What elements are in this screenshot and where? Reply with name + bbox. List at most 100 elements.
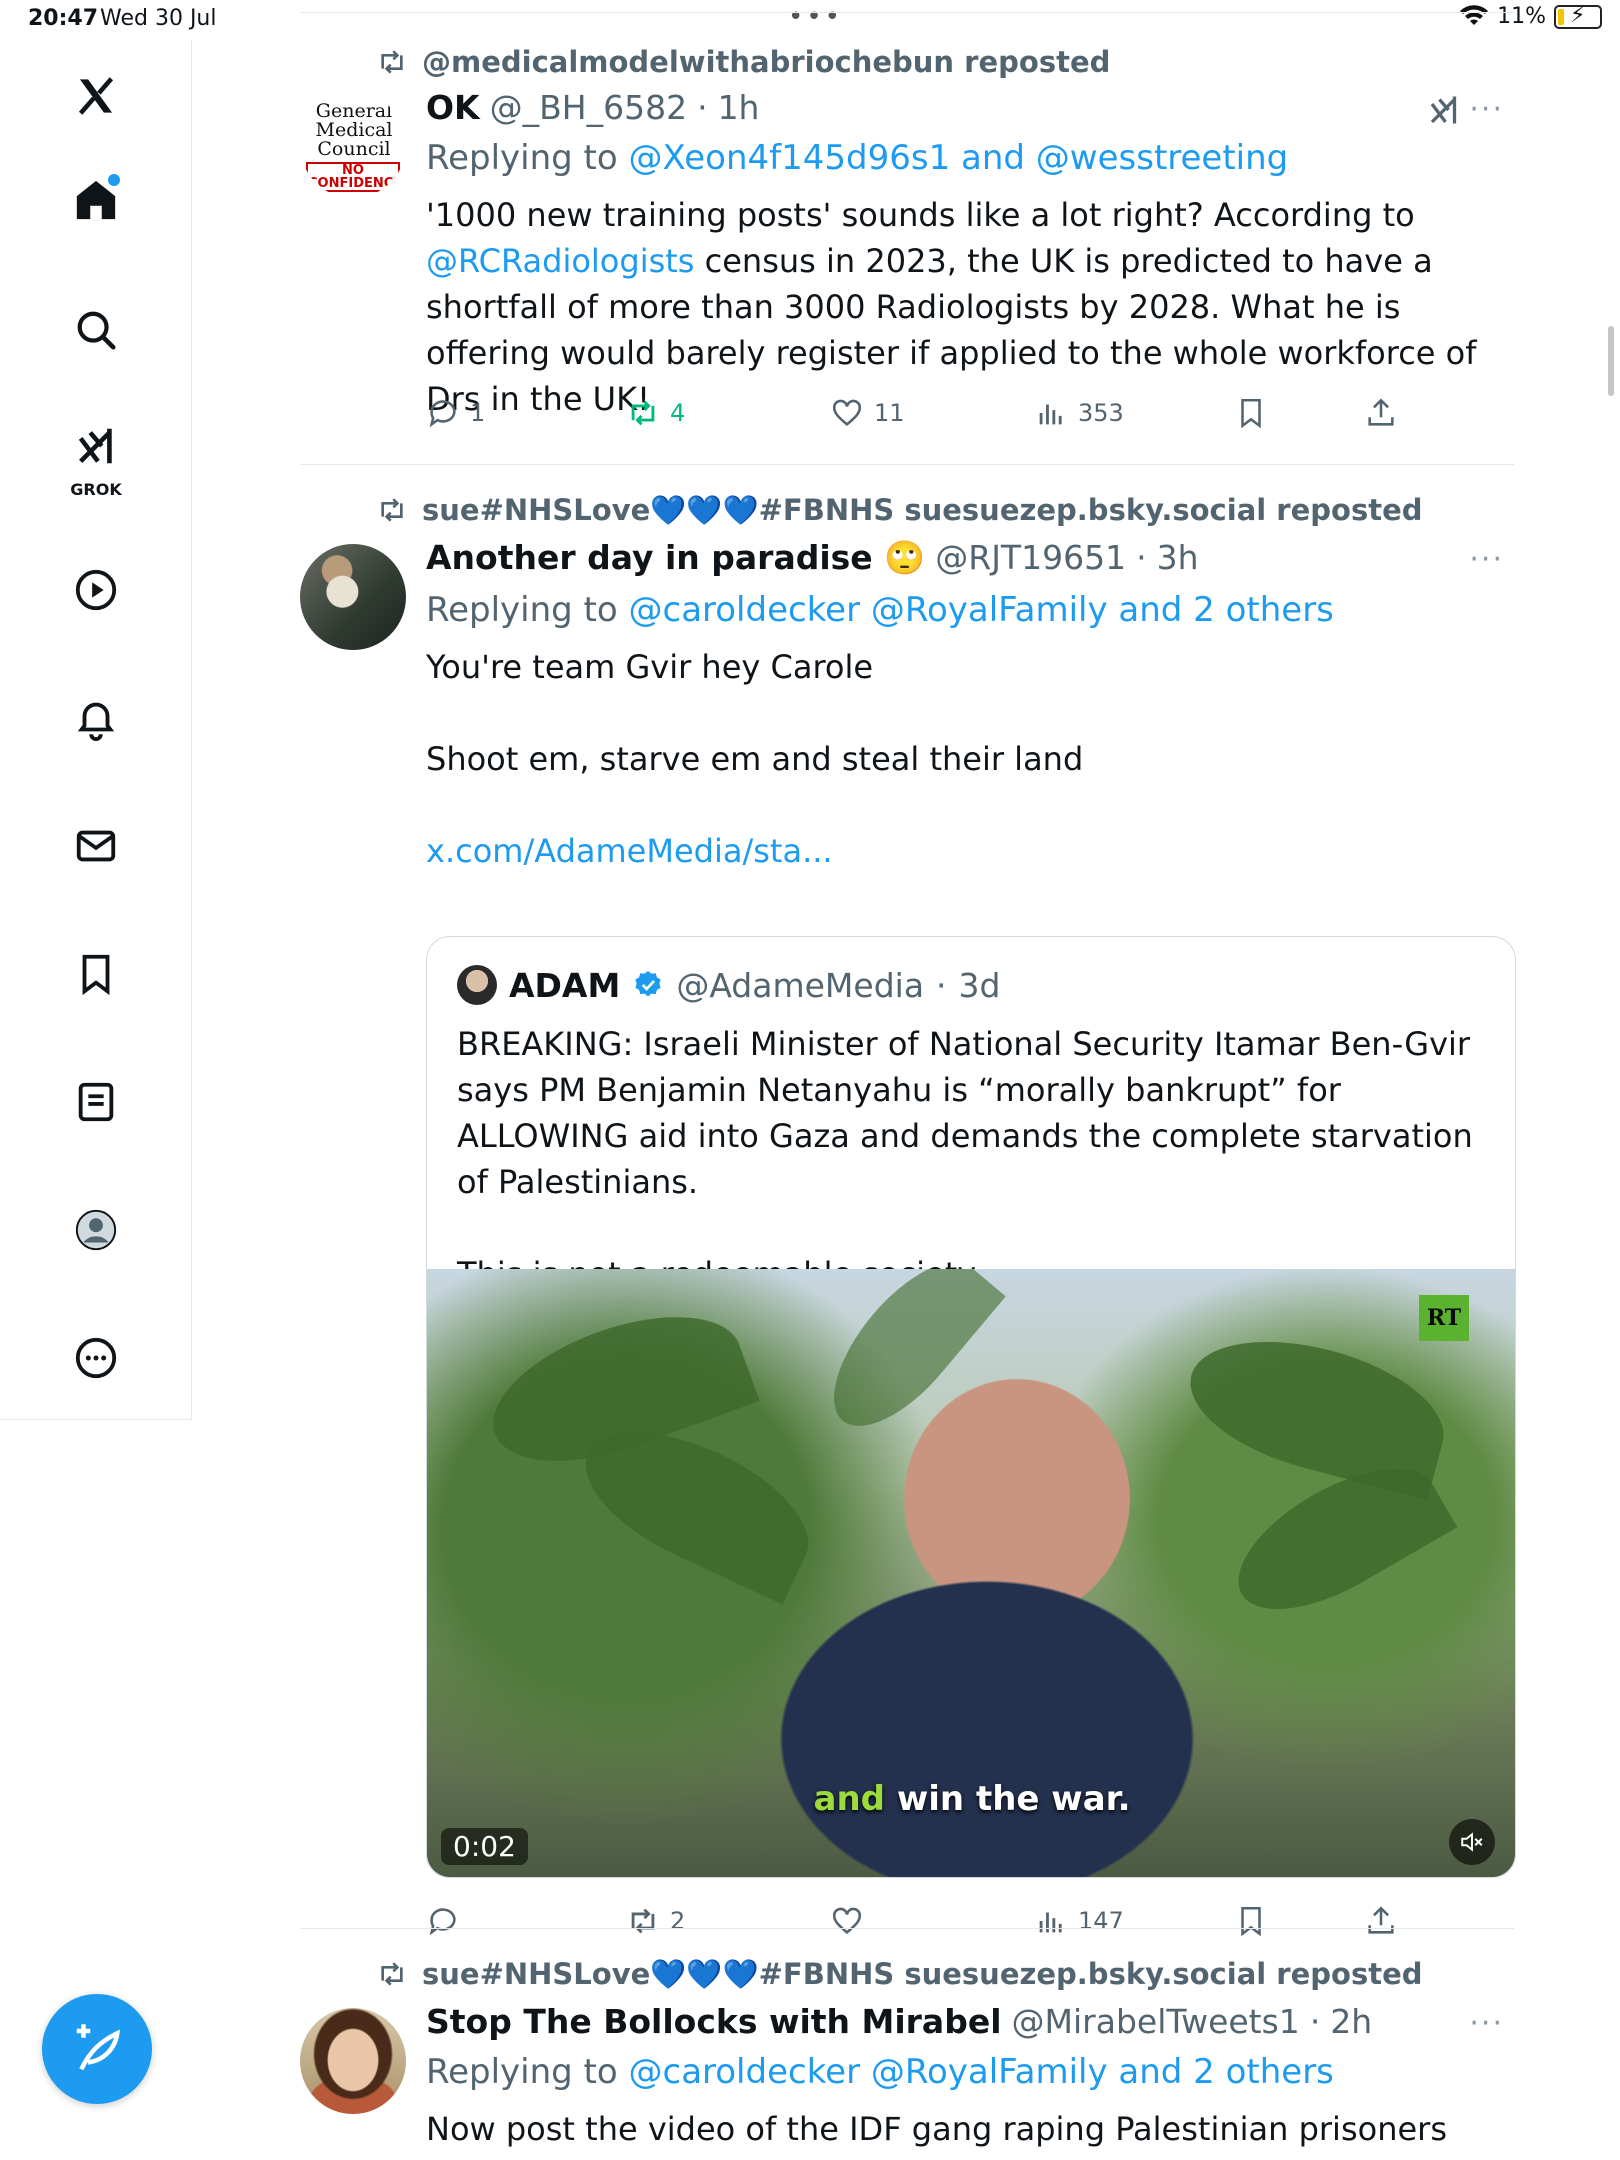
grok-explain-icon[interactable] xyxy=(1426,92,1462,132)
tweet-link[interactable]: x.com/AdameMedia/sta... xyxy=(426,828,1516,874)
separator-dot: · xyxy=(936,965,947,1005)
repost-icon xyxy=(631,400,655,426)
home-icon[interactable] xyxy=(60,164,132,236)
mention-link[interactable]: @RCRadiologists xyxy=(426,242,694,280)
multitasking-dots[interactable]: ••• xyxy=(788,2,843,32)
more-icon[interactable] xyxy=(60,1322,132,1394)
replying-prefix: Replying to xyxy=(426,138,618,178)
separator-dot: · xyxy=(1309,2002,1321,2041)
replying-prefix: Replying to xyxy=(426,2052,618,2092)
compose-post-button[interactable] xyxy=(42,1994,152,2104)
views-icon xyxy=(1039,1912,1062,1933)
reply-icon xyxy=(429,400,456,428)
video-player[interactable]: RT and win the war. 0:02 xyxy=(427,1269,1515,1877)
tweet-time[interactable]: 3h xyxy=(1157,538,1199,577)
user-handle[interactable]: @_BH_6582 xyxy=(490,88,687,127)
views-button[interactable]: 147 xyxy=(1034,1904,1124,1938)
replying-mentions[interactable]: @caroldecker @RoyalFamily and 2 others xyxy=(629,2052,1334,2092)
battery-icon: ⚡ xyxy=(1554,3,1602,29)
caption-highlight: and xyxy=(813,1779,886,1819)
quote-avatar[interactable] xyxy=(457,965,497,1005)
tweet-divider xyxy=(300,1928,1514,1929)
more-options-icon[interactable]: ··· xyxy=(1469,2006,1504,2041)
reply-button[interactable] xyxy=(426,1904,470,1938)
grok-label: GROK xyxy=(70,480,122,499)
avatar[interactable] xyxy=(300,2008,406,2114)
avatar[interactable] xyxy=(300,544,406,650)
mute-button[interactable] xyxy=(1449,1819,1495,1865)
avatar[interactable]: General Medical Council NO CONFIDENCE xyxy=(300,92,406,198)
repost-indicator: sue#NHSLove💙💙💙#FBNHS suesuezep.bsky.soci… xyxy=(376,490,1423,530)
more-options-icon[interactable]: ··· xyxy=(1469,92,1504,127)
reposted-by: sue#NHSLove💙💙💙#FBNHS suesuezep.bsky.soci… xyxy=(422,492,1423,527)
repost-indicator: sue#NHSLove💙💙💙#FBNHS suesuezep.bsky.soci… xyxy=(376,1954,1423,1994)
reposted-by: sue#NHSLove💙💙💙#FBNHS suesuezep.bsky.soci… xyxy=(422,1956,1423,1991)
tweet-header: Stop The Bollocks with Mirabel @MirabelT… xyxy=(426,2002,1372,2041)
compose-feather-icon xyxy=(76,2024,121,2071)
display-name[interactable]: Stop The Bollocks with Mirabel xyxy=(426,2002,1002,2041)
replying-mentions[interactable]: @caroldecker @RoyalFamily and 2 others xyxy=(629,590,1334,630)
sidebar: GROK xyxy=(0,40,192,1420)
more-options-icon[interactable]: ··· xyxy=(1469,542,1504,577)
repost-button[interactable]: 2 xyxy=(626,1904,685,1938)
replying-to: Replying to @caroldecker @RoyalFamily an… xyxy=(426,2052,1334,2092)
bookmark-button[interactable] xyxy=(1234,396,1268,430)
repost-indicator: @medicalmodelwithabriochebun reposted xyxy=(376,42,1110,82)
status-time: 20:47 xyxy=(28,6,99,31)
lists-icon[interactable] xyxy=(60,1066,132,1138)
share-button[interactable] xyxy=(1364,396,1398,430)
quote-handle[interactable]: @AdameMedia xyxy=(676,966,924,1005)
repost-icon xyxy=(631,1908,655,1934)
quote-text: BREAKING: Israeli Minister of National S… xyxy=(457,1021,1497,1297)
scrollbar[interactable] xyxy=(1608,326,1614,396)
feed-top-divider xyxy=(300,12,1514,13)
repost-icon xyxy=(381,50,403,74)
notifications-icon[interactable] xyxy=(60,682,132,754)
tweet-header: Another day in paradise 🙄 @RJT19651 · 3h xyxy=(426,538,1199,578)
like-button[interactable]: 11 xyxy=(830,396,905,430)
status-right: 11% ⚡ xyxy=(1459,3,1602,29)
share-icon xyxy=(1368,1906,1394,1934)
search-icon[interactable] xyxy=(60,294,132,366)
like-count: 11 xyxy=(874,399,905,427)
caption-text: win the war. xyxy=(896,1779,1131,1819)
display-name[interactable]: Another day in paradise 🙄 xyxy=(426,538,925,578)
tweet-header: OK @_BH_6582 · 1h xyxy=(426,88,759,127)
quote-time[interactable]: 3d xyxy=(959,966,1001,1005)
display-name[interactable]: OK xyxy=(426,88,480,127)
tweet-time[interactable]: 2h xyxy=(1330,2002,1372,2041)
video-icon[interactable] xyxy=(60,554,132,626)
replying-mentions[interactable]: @Xeon4f145d96s1 and @wesstreeting xyxy=(629,138,1289,178)
repost-button[interactable]: 4 xyxy=(626,396,685,430)
quoted-tweet[interactable]: ADAM @AdameMedia · 3d BREAKING: Israeli … xyxy=(426,936,1516,1878)
bookmark-button[interactable] xyxy=(1234,1904,1268,1938)
share-button[interactable] xyxy=(1364,1904,1398,1938)
x-logo-icon[interactable] xyxy=(60,60,132,132)
bookmark-icon xyxy=(1241,398,1261,429)
video-timecode: 0:02 xyxy=(441,1828,528,1865)
heart-icon xyxy=(832,399,862,426)
quote-display-name[interactable]: ADAM xyxy=(509,966,620,1005)
status-bar: 20:47 Wed 30 Jul ••• 11% ⚡ xyxy=(0,0,1620,40)
messages-icon[interactable] xyxy=(60,810,132,882)
like-button[interactable] xyxy=(830,1904,874,1938)
reply-count: 1 xyxy=(470,399,486,427)
reply-button[interactable]: 1 xyxy=(426,396,485,430)
user-handle[interactable]: @RJT19651 xyxy=(935,538,1126,577)
profile-icon[interactable] xyxy=(60,1194,132,1266)
grok-icon[interactable] xyxy=(60,410,132,482)
tweet-time[interactable]: 1h xyxy=(718,88,760,127)
tweet-text: Now post the video of the IDF gang rapin… xyxy=(426,2110,1447,2148)
user-handle[interactable]: @MirabelTweets1 xyxy=(1012,2002,1300,2041)
share-icon xyxy=(1368,398,1394,426)
bookmarks-icon[interactable] xyxy=(60,938,132,1010)
wifi-icon xyxy=(1460,4,1489,25)
tweet-text-line: Shoot em, starve em and steal their land xyxy=(426,740,1084,778)
status-date: Wed 30 Jul xyxy=(100,6,217,31)
repost-icon xyxy=(381,498,403,522)
bookmark-icon xyxy=(1241,1906,1261,1937)
views-button[interactable]: 353 xyxy=(1034,396,1124,430)
replying-prefix: Replying to xyxy=(426,590,618,630)
tweet-text-line: You're team Gvir hey Carole xyxy=(426,648,874,686)
replying-to: Replying to @Xeon4f145d96s1 and @wesstre… xyxy=(426,138,1288,178)
